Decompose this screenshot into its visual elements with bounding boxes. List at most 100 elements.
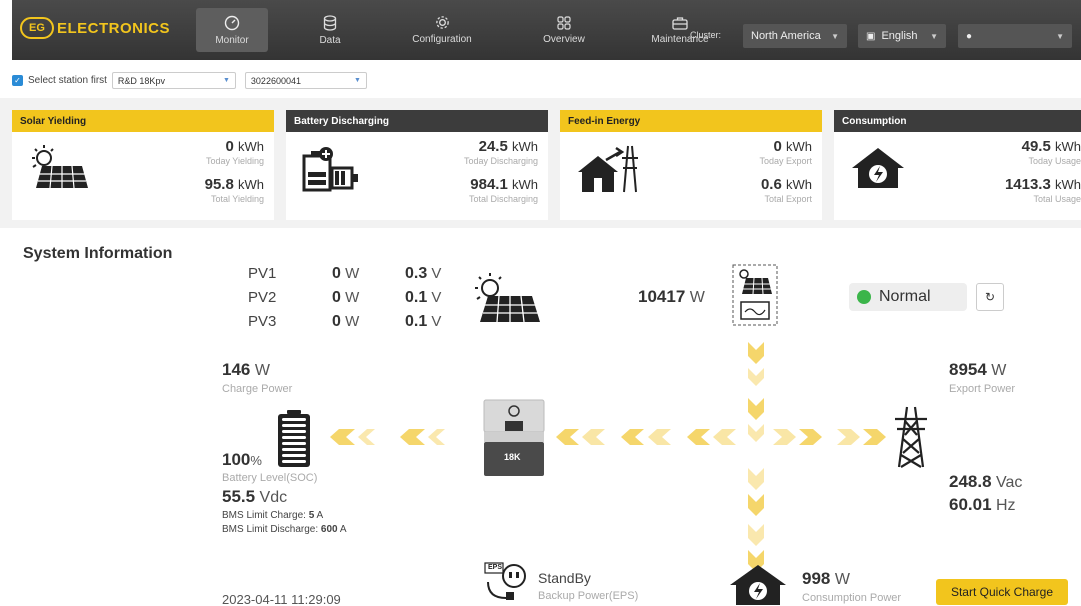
charge-power-label: Charge Power (222, 383, 293, 395)
battery-voltage-unit: Vdc (259, 489, 288, 506)
battery-flow-arrows (330, 429, 445, 445)
serial-select-value: 3022600041 (250, 75, 301, 86)
start-quick-charge-button[interactable]: Start Quick Charge (936, 579, 1068, 605)
total-value: 1413.3 (1004, 176, 1051, 193)
solar-panel-icon (475, 273, 540, 323)
today-label: Today Export (759, 156, 812, 166)
battery-soc-label: Battery Level(SOC) (222, 472, 318, 484)
today-unit: kWh (1055, 139, 1081, 154)
battery-soc-unit: % (250, 453, 262, 468)
card-title: Solar Yielding (12, 110, 274, 132)
consumption-power-label: Consumption Power (802, 592, 902, 604)
total-value: 0.6 (760, 176, 782, 193)
chevron-down-icon: ▼ (353, 77, 361, 84)
ac-coupled-value: 10417 (638, 287, 686, 306)
grid-voltage: 248.8 Vac (949, 472, 1022, 492)
house-grid-icon (578, 145, 638, 193)
pv2-voltage-unit: V (431, 289, 442, 306)
cluster-select-value: North America (751, 30, 821, 42)
pv3-voltage-value: 0.1 (405, 313, 428, 330)
today-label: Today Discharging (463, 156, 538, 166)
bms-limit-charge: BMS Limit Charge: 5 A (222, 510, 323, 521)
charge-power-unit: W (254, 362, 270, 379)
nav-configuration[interactable]: Configuration (404, 8, 480, 52)
export-power-label: Export Power (949, 383, 1016, 395)
charge-power-value: 146 (222, 360, 251, 379)
today-unit: kWh (512, 139, 538, 154)
card-values: 24.5 kWh Today Discharging 984.1 kWh Tot… (464, 138, 538, 214)
total-label: Total Export (764, 194, 812, 204)
gear-icon (435, 16, 449, 29)
battery-discharge-icon (302, 147, 358, 192)
user-menu[interactable]: ● ▼ (958, 24, 1072, 48)
language-select[interactable]: ▣ English ▼ (858, 24, 946, 48)
grid-voltage-unit: Vac (996, 474, 1023, 491)
export-power-unit: W (991, 362, 1007, 379)
solar-panel-icon (32, 145, 88, 189)
card-values: 0 kWh Today Yielding 95.8 kWh Total Yiel… (205, 138, 264, 214)
power-tower-icon (895, 406, 927, 468)
total-value: 984.1 (470, 176, 508, 193)
refresh-button[interactable]: ↻ (976, 283, 1004, 311)
station-select-row: ✓ Select station first R&D 18Kpv ▼ 30226… (12, 72, 367, 89)
station-select-value: R&D 18Kpv (117, 75, 165, 86)
eps-status: StandBy (538, 570, 591, 586)
select-station-checkbox[interactable]: ✓ (12, 75, 23, 86)
grid-icon (557, 15, 571, 30)
card-solar-yielding: Solar Yielding 0 kWh Today Yielding 95.8… (12, 110, 274, 220)
pv3-power-value: 0 (332, 313, 341, 330)
language-icon: ▣ (866, 30, 876, 42)
today-unit: kWh (238, 139, 264, 154)
brand-logo[interactable]: EG ELECTRONICS (20, 17, 170, 39)
top-nav-bar: EG ELECTRONICS Monitor Data Configuratio… (0, 0, 1081, 60)
logo-badge: EG (20, 17, 54, 39)
house-power-icon (852, 148, 904, 188)
station-select[interactable]: R&D 18Kpv ▼ (111, 72, 236, 89)
serial-select[interactable]: 3022600041 ▼ (244, 72, 367, 89)
grid-freq-value: 60.01 (949, 495, 992, 514)
card-values: 0 kWh Today Export 0.6 kWh Total Export (759, 138, 812, 214)
card-battery-discharging: Battery Discharging 24.5 kWh Today Disch… (286, 110, 548, 220)
chevron-down-icon: ▼ (1056, 31, 1064, 41)
today-value: 0 (225, 138, 234, 155)
vertical-flow-arrows (748, 342, 764, 572)
grid-frequency: 60.01 Hz (949, 495, 1016, 515)
eps-label: Backup Power(EPS) (538, 590, 639, 602)
chevron-down-icon: ▼ (930, 31, 938, 41)
pv1-power-unit: W (345, 265, 360, 282)
inverter-icon (483, 399, 545, 476)
pv3-name: PV3 (248, 313, 277, 330)
pv2-power: 0 W (332, 289, 359, 307)
card-title: Battery Discharging (286, 110, 548, 132)
pv1-power: 0 W (332, 265, 359, 283)
pv3-power: 0 W (332, 313, 359, 331)
pv1-name: PV1 (248, 265, 277, 282)
cluster-label: Cluster: (690, 30, 722, 40)
system-status-badge: Normal (849, 283, 967, 311)
bms-charge-unit: A (316, 510, 324, 521)
card-feed-in-energy: Feed-in Energy 0 kWh Today Export 0.6 kW… (560, 110, 822, 220)
nav-data[interactable]: Data (300, 8, 360, 52)
cluster-select[interactable]: North America ▼ (743, 24, 847, 48)
total-unit: kWh (1055, 177, 1081, 192)
bms-charge-label: BMS Limit Charge: (222, 510, 306, 521)
today-value: 49.5 (1021, 138, 1051, 155)
eps-badge: EPS (488, 564, 503, 571)
card-title: Consumption (834, 110, 1081, 132)
battery-voltage-value: 55.5 (222, 487, 256, 506)
export-power: 8954 W (949, 360, 1006, 380)
nav-configuration-label: Configuration (412, 34, 472, 45)
consumption-power-value: 998 (802, 569, 831, 588)
chevron-down-icon: ▼ (831, 31, 839, 41)
house-power-icon (730, 565, 786, 605)
battery-voltage: 55.5 Vdc (222, 487, 287, 507)
pv2-power-unit: W (345, 289, 360, 306)
today-label: Today Usage (1028, 156, 1081, 166)
charge-power: 146 W (222, 360, 270, 380)
bms-discharge-value: 600 (320, 524, 338, 535)
pv2-name: PV2 (248, 289, 277, 306)
card-title: Feed-in Energy (560, 110, 822, 132)
nav-overview[interactable]: Overview (535, 8, 593, 52)
ac-coupled-unit: W (689, 289, 705, 306)
nav-monitor[interactable]: Monitor (196, 8, 268, 52)
